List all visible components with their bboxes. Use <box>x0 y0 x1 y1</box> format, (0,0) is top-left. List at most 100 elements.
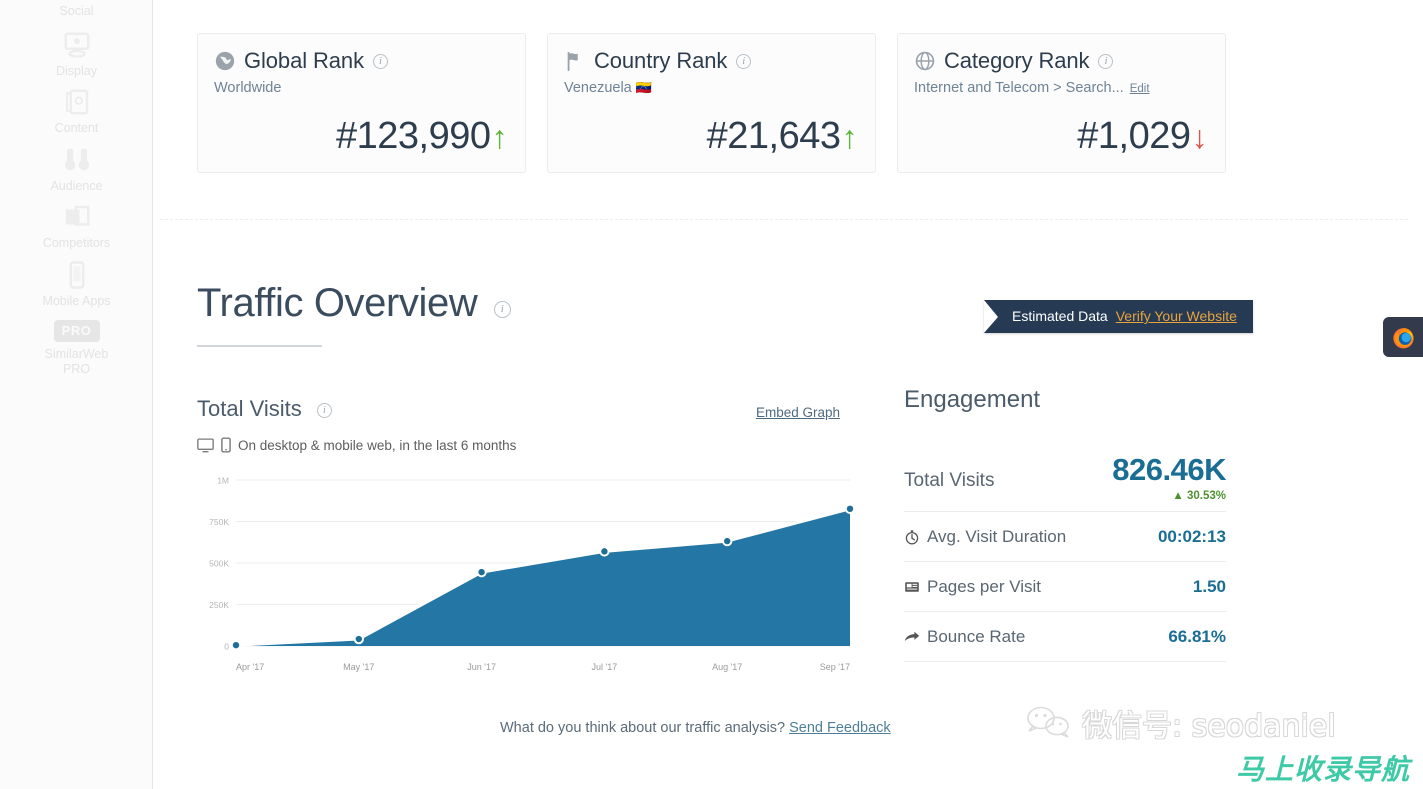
sidebar-item-social[interactable]: Social <box>0 4 153 20</box>
engagement-row-avg-visit-duration: Avg. Visit Duration 00:02:13 <box>904 512 1226 562</box>
card-header: Global Rank i <box>214 48 507 74</box>
card-subtitle-link[interactable]: Worldwide <box>214 80 507 96</box>
sidebar-item-label: Content <box>54 121 99 135</box>
chart-area-fill <box>236 508 850 646</box>
sidebar-item-label: Audience <box>50 179 103 193</box>
chart-data-point[interactable] <box>722 535 733 547</box>
metric-label: Bounce Rate <box>927 626 1026 646</box>
country-rank-card: Country Rank i Venezuela 🇻🇪 #21,643↑ <box>547 33 876 173</box>
sidebar-item-mobile-apps[interactable]: Mobile Apps <box>0 260 153 310</box>
metric-label-wrap: Bounce Rate <box>904 627 1025 647</box>
wechat-icon <box>1027 706 1069 738</box>
x-tick-label: Sep '17 <box>820 662 850 672</box>
metric-value: 00:02:13 <box>1157 526 1226 546</box>
estimated-data-label: Estimated Data <box>1012 308 1108 324</box>
metric-delta: ▲ 30.53% <box>1172 490 1226 502</box>
sidebar-item-similarweb-pro[interactable]: PRO SimilarWeb PRO <box>0 320 153 377</box>
engagement-heading: Engagement <box>904 386 1041 413</box>
metric-value: 826.46K <box>1112 452 1226 487</box>
info-icon[interactable]: i <box>372 53 388 69</box>
globe-americas-icon <box>215 51 235 71</box>
sidebar-item-label: Social <box>59 4 94 18</box>
y-tick-label: 0 <box>224 642 229 652</box>
info-icon[interactable]: i <box>493 301 511 318</box>
pages-icon <box>905 581 919 592</box>
left-sidebar: Social Display Content Audience Competit… <box>0 0 153 789</box>
sidebar-item-content[interactable]: Content <box>0 87 153 137</box>
card-value: #1,029↓ <box>1077 115 1207 158</box>
category-rank-card: Category Rank i Internet and Telecom > S… <box>897 33 1226 173</box>
section-divider <box>160 219 1408 220</box>
trend-up-icon: ↑ <box>841 119 858 155</box>
engagement-metrics-list: Total Visits 826.46K ▲ 30.53% Avg. Visit… <box>904 452 1226 662</box>
y-tick-label: 750K <box>209 517 229 527</box>
estimated-data-banner: Estimated Data Verify Your Website <box>984 300 1253 333</box>
send-feedback-link[interactable]: Send Feedback <box>789 720 891 736</box>
sidebar-item-label: Competitors <box>42 236 111 250</box>
device-note: On desktop & mobile web, in the last 6 m… <box>197 437 516 453</box>
info-icon[interactable]: i <box>736 53 752 69</box>
stopwatch-icon <box>905 529 919 544</box>
sidebar-item-label-2: PRO <box>62 362 91 376</box>
venezuela-flag-icon: 🇻🇪 <box>635 80 652 95</box>
page-root: Social Display Content Audience Competit… <box>0 0 1423 789</box>
firefox-browser-tab[interactable] <box>1383 317 1423 357</box>
info-icon[interactable]: i <box>1098 53 1114 69</box>
sidebar-item-competitors[interactable]: Competitors <box>0 202 153 252</box>
x-tick-label: May '17 <box>343 662 374 672</box>
site-watermark: 马上收录导航 <box>1236 753 1411 786</box>
globe-grid-icon <box>915 51 935 71</box>
metric-label-wrap: Avg. Visit Duration <box>904 527 1066 547</box>
feedback-question: What do you think about our traffic anal… <box>500 720 786 736</box>
card-subtitle-row: Internet and Telecom > Search... Edit <box>914 80 1207 96</box>
card-value-number: #21,643 <box>706 115 841 157</box>
chart-data-point[interactable] <box>476 566 487 578</box>
engagement-row-pages-per-visit: Pages per Visit 1.50 <box>904 562 1226 612</box>
card-header: Country Rank i <box>564 48 857 74</box>
engagement-row-bounce-rate: Bounce Rate 66.81% <box>904 612 1226 662</box>
trend-down-icon: ↓ <box>1191 119 1208 155</box>
chart-data-point[interactable] <box>599 546 610 557</box>
card-value-number: #1,029 <box>1077 115 1191 157</box>
metric-label-wrap: Pages per Visit <box>904 577 1041 597</box>
verify-your-website-link[interactable]: Verify Your Website <box>1116 308 1237 324</box>
competitors-icon <box>65 205 89 226</box>
embed-graph-link[interactable]: Embed Graph <box>756 405 840 420</box>
y-tick-label: 1M <box>217 476 229 486</box>
card-header: Category Rank i <box>914 48 1207 74</box>
x-tick-label: Jun '17 <box>467 662 496 672</box>
sidebar-item-label: Display <box>56 64 97 78</box>
chart-x-axis-labels: Apr '17 May '17 Jun '17 Jul '17 Aug '17 Sep '… <box>236 662 850 672</box>
chart-data-point[interactable] <box>844 503 856 515</box>
sidebar-item-label: Mobile Apps <box>42 294 111 308</box>
display-ads-icon <box>64 32 89 58</box>
card-subtitle: Worldwide <box>214 80 282 96</box>
bounce-arrow-icon <box>904 631 920 641</box>
binoculars-icon <box>64 148 89 171</box>
delta-up-icon: ▲ <box>1172 490 1184 502</box>
card-subtitle[interactable]: Internet and Telecom > Search... <box>914 80 1124 96</box>
chart-y-axis-labels: 0 250K 500K 750K 1M <box>209 476 229 652</box>
card-subtitle: Venezuela <box>564 80 632 96</box>
chart-data-point[interactable] <box>353 633 365 645</box>
trend-up-icon: ↑ <box>491 119 508 155</box>
wechat-watermark: 微信号: seodaniel <box>1026 701 1336 745</box>
info-icon[interactable]: i <box>316 402 332 418</box>
feedback-footer: What do you think about our traffic anal… <box>500 720 891 736</box>
sidebar-item-display[interactable]: Display <box>0 30 153 80</box>
title-underline <box>197 345 322 347</box>
total-visits-heading: Total Visits i <box>197 396 332 422</box>
metric-value: 1.50 <box>1192 576 1226 596</box>
card-title: Global Rank <box>244 48 364 73</box>
metric-label: Total Visits <box>904 470 995 491</box>
card-title: Country Rank <box>594 48 728 73</box>
metric-value: 66.81% <box>1168 626 1226 646</box>
chart-data-point[interactable] <box>230 639 242 651</box>
card-subtitle-link[interactable]: Venezuela 🇻🇪 <box>564 80 857 96</box>
card-value: #123,990↑ <box>336 115 507 158</box>
sidebar-item-audience[interactable]: Audience <box>0 145 153 195</box>
device-note-text: On desktop & mobile web, in the last 6 m… <box>238 437 517 453</box>
total-visits-area-chart[interactable]: 0 250K 500K 750K 1M Apr '17 May '17 Jun '17 Jul… <box>196 468 856 680</box>
edit-category-link[interactable]: Edit <box>1130 83 1150 95</box>
content-icon <box>65 89 88 115</box>
